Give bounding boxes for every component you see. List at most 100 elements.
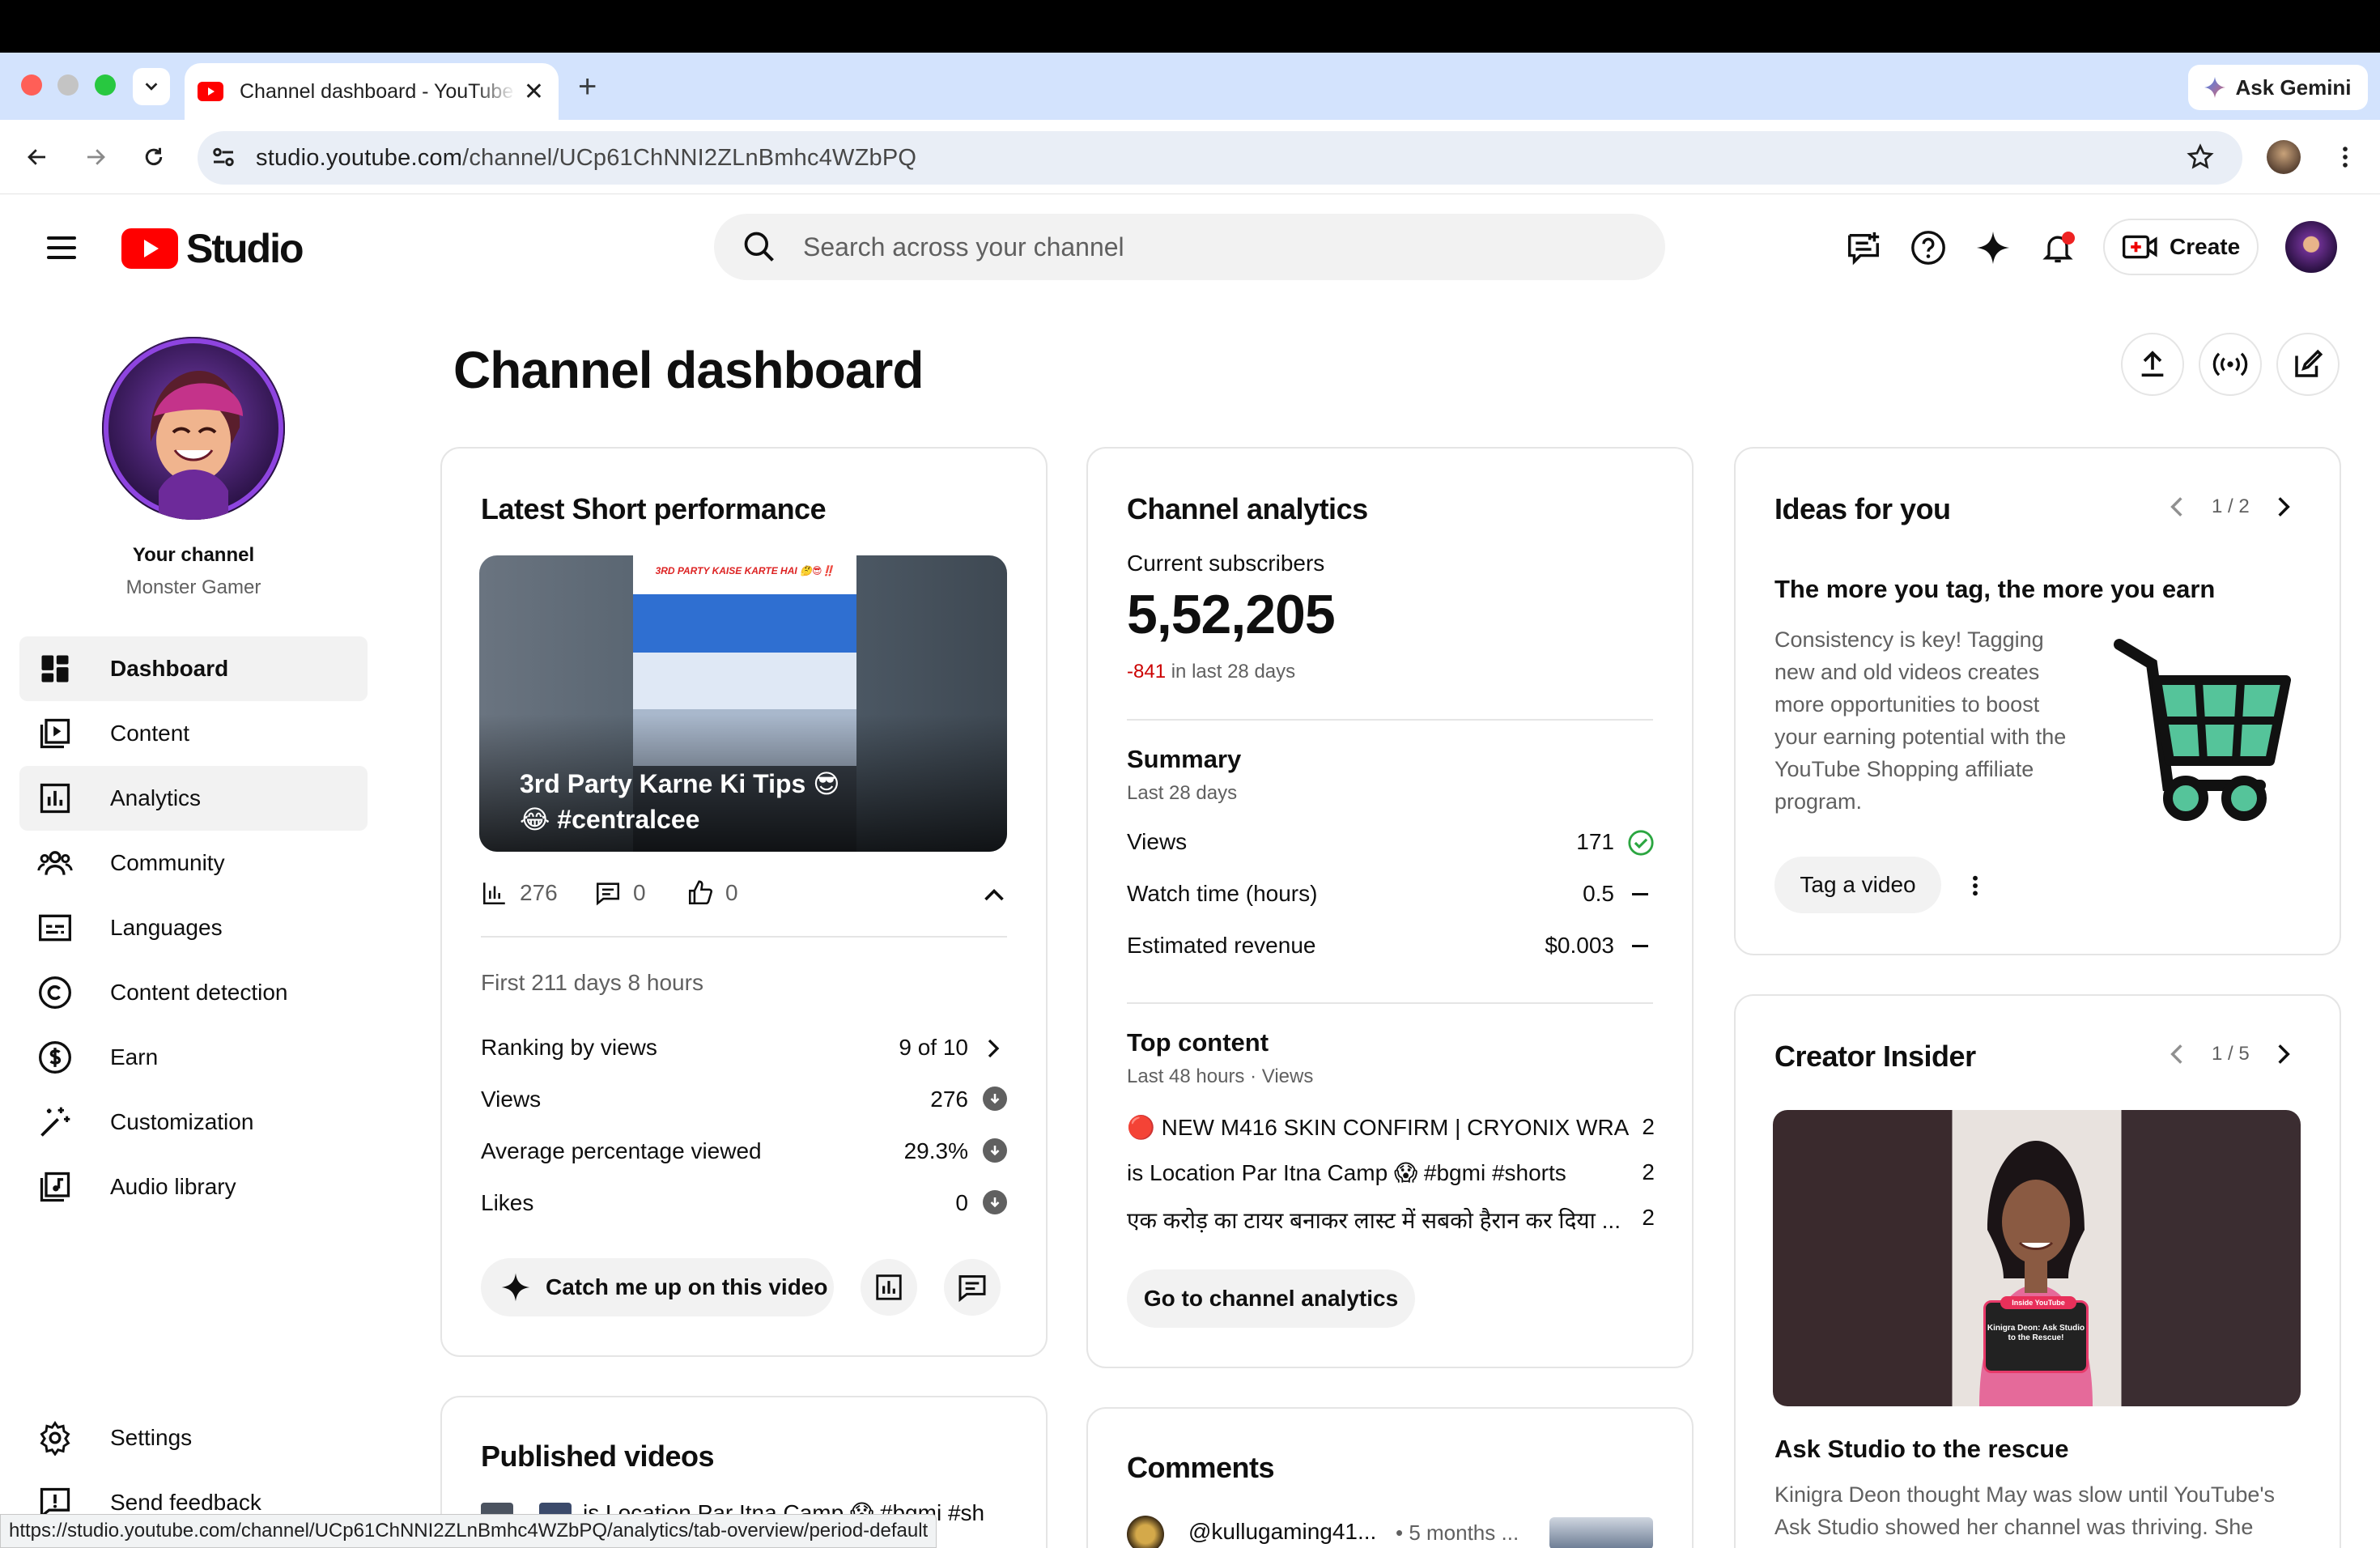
sidebar-item-label: Dashboard <box>110 656 229 681</box>
back-button[interactable] <box>19 139 55 175</box>
studio-logo[interactable]: Studio <box>121 225 304 272</box>
ranking-value: 9 of 10 <box>899 1035 968 1060</box>
sidebar-item-customization[interactable]: Customization <box>19 1090 368 1155</box>
divider <box>1127 719 1653 721</box>
address-bar[interactable]: studio.youtube.com/channel/UCp61ChNNI2ZL… <box>198 131 2242 185</box>
subscribers-change-suffix: in last 28 days <box>1171 661 1296 683</box>
short-caption: 3rd Party Karne Ki Tips 😎😂 #centralcee <box>520 769 840 834</box>
ideas-body-line: new and old videos creates <box>1774 660 2040 684</box>
sidebar-item-dashboard[interactable]: Dashboard <box>19 636 368 701</box>
chevron-left-icon[interactable] <box>2166 1041 2187 1067</box>
short-analytics-button[interactable] <box>861 1259 917 1316</box>
summary-period: Last 28 days <box>1127 782 1238 804</box>
sidebar-item-label: Settings <box>110 1425 193 1450</box>
notification-badge <box>2062 232 2075 245</box>
tag-a-video-button[interactable]: Tag a video <box>1774 857 1941 913</box>
browser-profile-avatar[interactable] <box>2267 140 2301 174</box>
summary-views-label: Views <box>1127 829 1188 854</box>
site-settings-icon[interactable] <box>209 142 238 172</box>
dashboard-icon <box>37 651 73 687</box>
window-zoom-button[interactable] <box>95 74 116 96</box>
magic-wand-icon <box>37 1104 73 1140</box>
creator-insider-thumbnail[interactable]: Inside YouTube Kinigra Deon: Ask Studio … <box>1773 1110 2301 1406</box>
sidebar-item-audio-library[interactable]: Audio library <box>19 1155 368 1219</box>
channel-search-input[interactable]: Search across your channel <box>714 214 1665 280</box>
thumbnail-tag: Inside YouTube <box>2000 1296 2076 1309</box>
upload-video-button[interactable] <box>2121 333 2184 396</box>
arrow-left-icon <box>28 149 45 165</box>
chevron-left-icon[interactable] <box>2166 494 2187 520</box>
ask-studio-button[interactable] <box>1972 227 2014 269</box>
gear-icon <box>37 1420 73 1456</box>
comment-author[interactable]: @kullugaming41... <box>1188 1519 1376 1545</box>
short-views-value: 276 <box>520 880 558 905</box>
window-close-button[interactable] <box>21 74 42 96</box>
hamburger-menu-icon[interactable] <box>44 230 79 266</box>
sidebar-item-label: Analytics <box>110 785 202 810</box>
chevron-right-icon[interactable] <box>983 1036 1004 1061</box>
feedback-messages-button[interactable] <box>1842 227 1885 269</box>
short-comments-button[interactable] <box>944 1259 1001 1316</box>
below-typical-icon <box>983 1087 1007 1111</box>
sidebar-item-analytics[interactable]: Analytics <box>19 766 368 831</box>
top-content-views: 2 <box>1642 1159 1655 1184</box>
comment-author-avatar[interactable] <box>1127 1516 1164 1548</box>
go-live-button[interactable] <box>2199 333 2262 396</box>
creator-insider-video-title[interactable]: Ask Studio to the rescue <box>1774 1435 2068 1464</box>
sidebar-item-label: Send feedback <box>110 1490 261 1515</box>
browser-tab[interactable]: Channel dashboard - YouTube Studio ✕ <box>185 63 559 120</box>
ask-gemini-button[interactable]: Ask Gemini <box>2188 65 2368 110</box>
tab-close-button[interactable]: ✕ <box>524 78 544 106</box>
top-content-item[interactable]: 🔴 NEW M416 SKIN CONFIRM | CRYONIX WRAIT.… <box>1127 1114 1629 1141</box>
comment-video-thumbnail[interactable] <box>1549 1517 1653 1548</box>
chevron-right-icon[interactable] <box>2273 1041 2294 1067</box>
short-period: First 211 days 8 hours <box>481 970 703 995</box>
url-text: studio.youtube.com/channel/UCp61ChNNI2ZL… <box>256 145 916 172</box>
link-status-bar: https://studio.youtube.com/channel/UCp61… <box>0 1514 937 1548</box>
top-content-item[interactable]: एक करोड़ का टायर बनाकर लास्ट में सबको है… <box>1127 1205 1629 1235</box>
create-button[interactable]: Create <box>2103 219 2259 275</box>
short-likes-stat: 0 <box>686 879 738 907</box>
reload-button[interactable] <box>136 139 172 175</box>
forward-button[interactable] <box>78 139 113 175</box>
window-minimize-button[interactable] <box>57 74 79 96</box>
browser-menu-icon[interactable] <box>2331 142 2359 172</box>
catch-me-up-button[interactable]: Catch me up on this video <box>481 1258 834 1316</box>
go-to-analytics-button[interactable]: Go to channel analytics <box>1127 1269 1415 1328</box>
divider <box>481 936 1007 938</box>
chevron-right-icon[interactable] <box>2273 494 2294 520</box>
sidebar-item-content[interactable]: Content <box>19 701 368 766</box>
content-icon <box>37 716 73 751</box>
youtube-studio-favicon-icon <box>198 82 223 101</box>
top-content-item[interactable]: is Location Par Itna Camp 😱 #bgmi #short… <box>1127 1159 1629 1186</box>
more-options-icon[interactable] <box>1962 870 1988 902</box>
sidebar-item-languages[interactable]: Languages <box>19 895 368 960</box>
studio-logo-text: Studio <box>186 226 304 271</box>
short-thumbnail[interactable]: 3RD PARTY KAISE KARTE HAI 🤔😎‼️ 3rd Party… <box>479 555 1007 852</box>
account-avatar[interactable] <box>2285 221 2337 273</box>
audio-library-icon <box>37 1169 73 1205</box>
tab-search-button[interactable] <box>133 68 170 105</box>
dollar-icon <box>37 1040 73 1075</box>
bookmark-star-icon[interactable] <box>2186 142 2215 172</box>
sidebar-item-community[interactable]: Community <box>19 831 368 895</box>
thumbs-up-icon <box>688 880 712 905</box>
sidebar-item-content-detection[interactable]: Content detection <box>19 960 368 1025</box>
short-comments-value: 0 <box>633 880 646 905</box>
analytics-icon <box>37 780 73 816</box>
sidebar-item-earn[interactable]: Earn <box>19 1025 368 1090</box>
subscribers-value: 5,52,205 <box>1127 584 1336 645</box>
message-plus-icon <box>1848 232 1880 266</box>
chevron-up-icon[interactable] <box>980 882 1009 907</box>
shopping-cart-icon <box>2114 639 2291 821</box>
sidebar-item-settings[interactable]: Settings <box>19 1406 368 1470</box>
ask-gemini-label: Ask Gemini <box>2235 74 2352 100</box>
live-broadcast-icon <box>2212 352 2248 376</box>
new-tab-button[interactable]: + <box>578 68 597 105</box>
help-button[interactable] <box>1907 227 1949 269</box>
subscribers-label: Current subscribers <box>1127 551 1325 576</box>
channel-avatar[interactable] <box>102 337 285 520</box>
edit-icon <box>2295 349 2323 377</box>
create-post-button[interactable] <box>2276 333 2340 396</box>
search-icon <box>744 232 774 262</box>
